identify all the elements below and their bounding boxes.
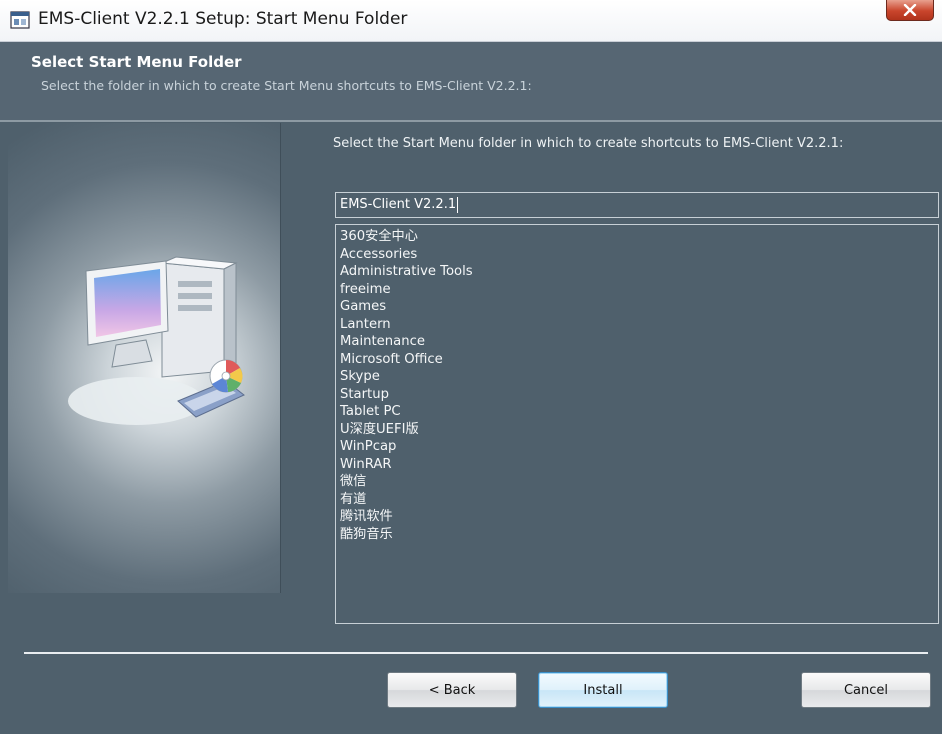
text-caret (457, 196, 459, 213)
cancel-button[interactable]: Cancel (801, 672, 931, 708)
install-button[interactable]: Install (538, 672, 668, 708)
start-menu-folder-list[interactable]: 360安全中心 Accessories Administrative Tools fr… (335, 224, 939, 624)
wizard-side-image (8, 123, 281, 593)
title-bar[interactable]: EMS-Client V2.2.1 Setup: Start Menu Fold… (0, 0, 942, 42)
folder-list-item[interactable]: Microsoft Office (340, 351, 934, 369)
wizard-header: Select Start Menu Folder Select the fold… (0, 42, 942, 120)
folder-list-item[interactable]: WinPcap (340, 438, 934, 456)
folder-list-item[interactable]: 有道 (340, 491, 934, 509)
folder-list-item[interactable]: WinRAR (340, 456, 934, 474)
footer-divider (24, 652, 928, 654)
start-menu-folder-input[interactable]: EMS-Client V2.2.1 (335, 192, 939, 218)
window-title: EMS-Client V2.2.1 Setup: Start Menu Fold… (38, 9, 408, 29)
header-subtitle: Select the folder in which to create Sta… (41, 78, 532, 93)
folder-list-item[interactable]: U深度UEFI版 (340, 421, 934, 439)
folder-list-item[interactable]: 微信 (340, 473, 934, 491)
folder-instruction: Select the Start Menu folder in which to… (333, 136, 844, 151)
folder-list-item[interactable]: Lantern (340, 316, 934, 334)
folder-list-item[interactable]: Startup (340, 386, 934, 404)
header-divider (0, 120, 942, 122)
folder-list-item[interactable]: Maintenance (340, 333, 934, 351)
folder-list-item[interactable]: 酷狗音乐 (340, 526, 934, 544)
folder-list-item[interactable]: freeime (340, 281, 934, 299)
close-icon (903, 4, 917, 16)
folder-list-item[interactable]: Accessories (340, 246, 934, 264)
folder-list-item[interactable]: Games (340, 298, 934, 316)
header-title: Select Start Menu Folder (31, 53, 242, 71)
folder-list-item[interactable]: 360安全中心 (340, 228, 934, 246)
folder-list-item[interactable]: 腾讯软件 (340, 508, 934, 526)
folder-list-item[interactable]: Skype (340, 368, 934, 386)
back-button[interactable]: < Back (387, 672, 517, 708)
folder-list-item[interactable]: Tablet PC (340, 403, 934, 421)
computer-illustration-icon (68, 256, 245, 425)
folder-list-item[interactable]: Administrative Tools (340, 263, 934, 281)
installer-app-icon (10, 11, 30, 29)
close-button[interactable] (886, 0, 934, 21)
folder-input-text: EMS-Client V2.2.1 (340, 197, 457, 212)
